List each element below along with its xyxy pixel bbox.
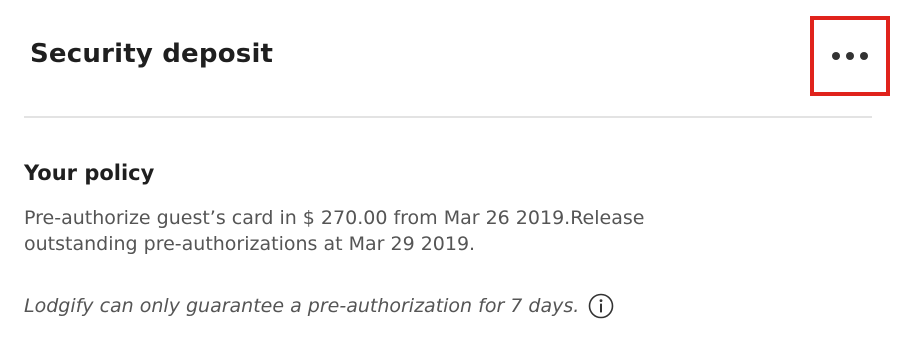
more-dot-icon: [832, 52, 840, 60]
guarantee-note: Lodgify can only guarantee a pre-authori…: [24, 292, 615, 320]
policy-description-line: outstanding pre-authorizations at Mar 29…: [24, 233, 476, 255]
policy-description: Pre-authorize guest’s card in $ 270.00 f…: [24, 205, 844, 257]
page-title: Security deposit: [30, 39, 274, 69]
policy-heading: Your policy: [24, 161, 155, 185]
more-dot-icon: [846, 52, 854, 60]
more-dot-icon: [860, 52, 868, 60]
info-icon[interactable]: [587, 292, 615, 320]
header-divider: [24, 116, 872, 118]
policy-description-line: Pre-authorize guest’s card in $ 270.00 f…: [24, 207, 645, 229]
more-options-button[interactable]: [810, 16, 890, 96]
card-header: Security deposit: [0, 0, 900, 112]
guarantee-note-text: Lodgify can only guarantee a pre-authori…: [24, 295, 580, 317]
